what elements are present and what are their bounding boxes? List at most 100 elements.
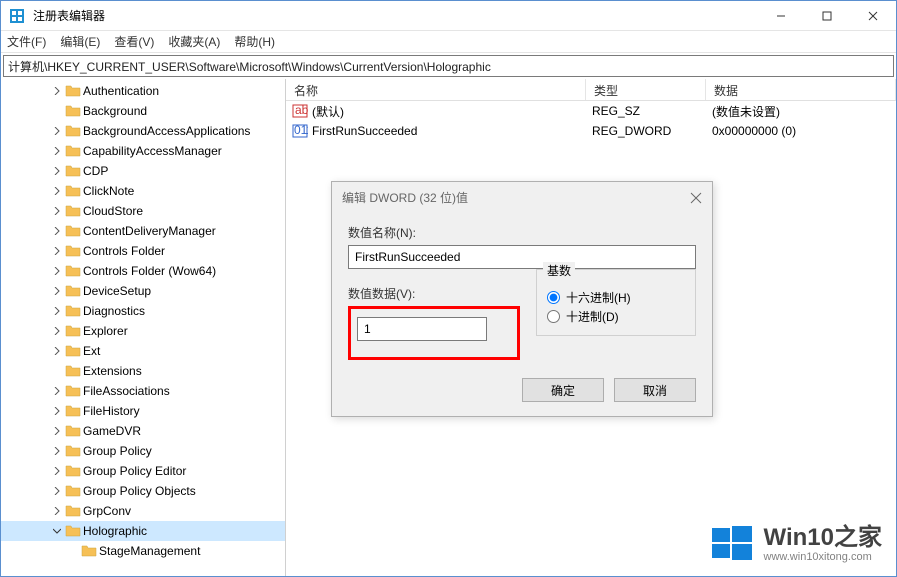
chevron-right-icon[interactable] xyxy=(49,83,65,99)
radio-hex[interactable]: 十六进制(H) xyxy=(547,289,685,306)
tree-item[interactable]: ContentDeliveryManager xyxy=(1,221,285,241)
chevron-right-icon[interactable] xyxy=(49,203,65,219)
radio-dec-input[interactable] xyxy=(547,310,560,323)
column-header-type[interactable]: 类型 xyxy=(586,79,706,100)
tree-item[interactable]: CapabilityAccessManager xyxy=(1,141,285,161)
tree-item[interactable]: Diagnostics xyxy=(1,301,285,321)
tree-item-label: ContentDeliveryManager xyxy=(83,224,216,238)
folder-icon xyxy=(65,483,81,499)
tree-item-label: DeviceSetup xyxy=(83,284,151,298)
tree-item[interactable]: Group Policy Objects xyxy=(1,481,285,501)
menu-file[interactable]: 文件(F) xyxy=(7,33,46,50)
chevron-right-icon[interactable] xyxy=(49,403,65,419)
chevron-right-icon[interactable] xyxy=(49,443,65,459)
maximize-button[interactable] xyxy=(804,1,850,31)
tree-item[interactable]: Controls Folder (Wow64) xyxy=(1,261,285,281)
chevron-right-icon[interactable] xyxy=(49,323,65,339)
window-title: 注册表编辑器 xyxy=(33,7,758,24)
chevron-right-icon[interactable] xyxy=(49,463,65,479)
folder-icon xyxy=(65,163,81,179)
folder-icon xyxy=(65,303,81,319)
tree-item[interactable]: Controls Folder xyxy=(1,241,285,261)
folder-icon xyxy=(65,283,81,299)
chevron-right-icon[interactable] xyxy=(49,343,65,359)
minimize-button[interactable] xyxy=(758,1,804,31)
value-name-label: 数值名称(N): xyxy=(348,224,696,241)
column-header-name[interactable]: 名称 xyxy=(286,79,586,100)
chevron-right-icon[interactable] xyxy=(49,143,65,159)
folder-icon xyxy=(65,223,81,239)
cancel-button[interactable]: 取消 xyxy=(614,378,696,402)
tree-item[interactable]: Explorer xyxy=(1,321,285,341)
chevron-right-icon[interactable] xyxy=(49,243,65,259)
tree-item[interactable]: FileAssociations xyxy=(1,381,285,401)
chevron-right-icon[interactable] xyxy=(49,483,65,499)
chevron-right-icon[interactable] xyxy=(49,163,65,179)
chevron-down-icon[interactable] xyxy=(49,523,65,539)
folder-icon xyxy=(65,183,81,199)
tree-item-label: Explorer xyxy=(83,324,128,338)
chevron-right-icon[interactable] xyxy=(49,303,65,319)
tree-item-label: Background xyxy=(83,104,147,118)
tree-item[interactable]: StageManagement xyxy=(1,541,285,561)
menu-favorites[interactable]: 收藏夹(A) xyxy=(168,33,220,50)
tree-item[interactable]: FileHistory xyxy=(1,401,285,421)
tree-item[interactable]: Group Policy Editor xyxy=(1,461,285,481)
tree-item[interactable]: Background xyxy=(1,101,285,121)
radio-hex-input[interactable] xyxy=(547,291,560,304)
chevron-right-icon[interactable] xyxy=(49,423,65,439)
dialog-close-button[interactable] xyxy=(686,188,706,208)
menu-help[interactable]: 帮助(H) xyxy=(234,33,275,50)
radio-hex-label: 十六进制(H) xyxy=(566,289,631,306)
menu-edit[interactable]: 编辑(E) xyxy=(60,33,100,50)
folder-icon xyxy=(81,543,97,559)
tree-item[interactable]: Authentication xyxy=(1,81,285,101)
column-header-data[interactable]: 数据 xyxy=(706,79,896,100)
registry-tree[interactable]: Authentication Background BackgroundAccess… xyxy=(1,79,286,576)
tree-spacer xyxy=(65,543,81,559)
tree-item[interactable]: DeviceSetup xyxy=(1,281,285,301)
tree-item[interactable]: Extensions xyxy=(1,361,285,381)
list-header: 名称 类型 数据 xyxy=(286,79,896,101)
address-bar[interactable]: 计算机\HKEY_CURRENT_USER\Software\Microsoft… xyxy=(3,55,894,77)
radio-dec[interactable]: 十进制(D) xyxy=(547,308,685,325)
tree-item-label: Holographic xyxy=(83,524,147,538)
chevron-right-icon[interactable] xyxy=(49,123,65,139)
menubar: 文件(F) 编辑(E) 查看(V) 收藏夹(A) 帮助(H) xyxy=(1,31,896,53)
tree-item[interactable]: BackgroundAccessApplications xyxy=(1,121,285,141)
folder-icon xyxy=(65,403,81,419)
chevron-right-icon[interactable] xyxy=(49,503,65,519)
folder-icon xyxy=(65,523,81,539)
menu-view[interactable]: 查看(V) xyxy=(114,33,154,50)
value-name: (默认) xyxy=(312,103,344,120)
tree-spacer xyxy=(49,363,65,379)
tree-item[interactable]: GrpConv xyxy=(1,501,285,521)
ok-button[interactable]: 确定 xyxy=(522,378,604,402)
chevron-right-icon[interactable] xyxy=(49,183,65,199)
value-data-input[interactable] xyxy=(357,317,487,341)
tree-item-label: Group Policy xyxy=(83,444,152,458)
tree-item[interactable]: CloudStore xyxy=(1,201,285,221)
tree-item-label: Authentication xyxy=(83,84,159,98)
tree-item[interactable]: Group Policy xyxy=(1,441,285,461)
value-name-input[interactable] xyxy=(348,245,696,269)
tree-item[interactable]: CDP xyxy=(1,161,285,181)
svg-text:011: 011 xyxy=(294,123,308,137)
tree-item-label: BackgroundAccessApplications xyxy=(83,124,250,138)
chevron-right-icon[interactable] xyxy=(49,263,65,279)
chevron-right-icon[interactable] xyxy=(49,223,65,239)
chevron-right-icon[interactable] xyxy=(49,283,65,299)
tree-item-label: Ext xyxy=(83,344,100,358)
tree-item[interactable]: ClickNote xyxy=(1,181,285,201)
value-type: REG_DWORD xyxy=(586,124,706,138)
tree-item[interactable]: GameDVR xyxy=(1,421,285,441)
value-row[interactable]: ab(默认)REG_SZ(数值未设置) xyxy=(286,101,896,121)
close-button[interactable] xyxy=(850,1,896,31)
tree-item[interactable]: Ext xyxy=(1,341,285,361)
tree-item[interactable]: Holographic xyxy=(1,521,285,541)
chevron-right-icon[interactable] xyxy=(49,383,65,399)
edit-dword-dialog: 编辑 DWORD (32 位)值 数值名称(N): 数值数据(V): 基数 十六… xyxy=(331,181,713,417)
value-row[interactable]: 011FirstRunSucceededREG_DWORD0x00000000 … xyxy=(286,121,896,141)
folder-icon xyxy=(65,343,81,359)
folder-icon xyxy=(65,443,81,459)
